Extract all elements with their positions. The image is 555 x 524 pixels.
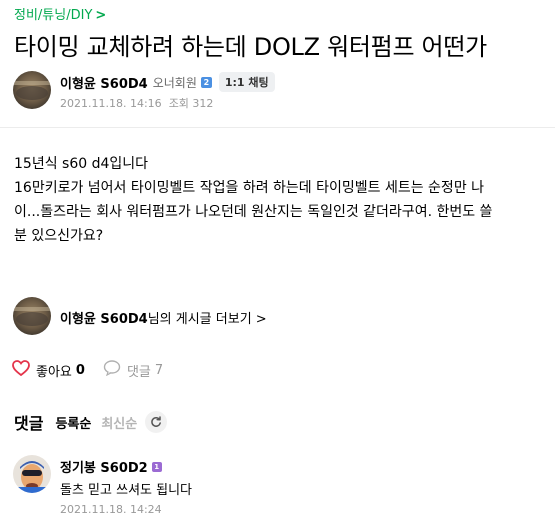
post-date: 2021.11.18. 14:16 <box>60 97 162 110</box>
commenter-avatar[interactable] <box>13 455 51 493</box>
author-info: 이형윤 S60D4 오너회원 2 1:1 채팅 <box>60 72 275 92</box>
author-avatar[interactable] <box>13 71 51 109</box>
divider <box>0 127 555 128</box>
post-meta: 2021.11.18. 14:16 조회 312 <box>60 95 213 111</box>
post-body: 15년식 s60 d4입니다 16만키로가 넘어서 타이밍벨트 작업을 하려 하… <box>14 152 492 248</box>
more-posts-link[interactable]: 이형윤 S60D4님의 게시글 더보기 > <box>60 308 267 327</box>
refresh-icon[interactable] <box>145 411 168 433</box>
like-label[interactable]: 좋아요 <box>36 361 72 380</box>
author-grade: 오너회원 <box>152 75 197 90</box>
comments-header: 댓글 등록순 최신순 <box>14 410 168 434</box>
heart-icon[interactable] <box>12 360 30 380</box>
body-line: 분 있으신가요? <box>14 228 104 244</box>
post-actions: 좋아요 0 댓글 7 <box>12 360 163 380</box>
author-name[interactable]: 이형윤 S60D4 <box>60 73 148 92</box>
grade-badge-icon: 1 <box>151 461 162 472</box>
chevron-right-icon: > <box>95 8 107 23</box>
comment-label[interactable]: 댓글 <box>127 361 151 380</box>
sort-latest-tab[interactable]: 최신순 <box>101 413 137 432</box>
body-line: 15년식 s60 d4입니다 <box>14 156 149 172</box>
post-title: 타이밍 교체하려 하는데 DOLZ 워터펌프 어떤가 <box>14 33 487 61</box>
like-count: 0 <box>75 362 85 378</box>
breadcrumb-label[interactable]: 정비/튜닝/DIY <box>14 8 92 23</box>
comment-text: 돌츠 믿고 쓰셔도 됩니다 <box>60 483 192 498</box>
post-views: 조회 312 <box>168 97 214 110</box>
grade-badge-icon: 2 <box>200 76 212 88</box>
comments-title: 댓글 <box>14 414 44 433</box>
more-posts-label[interactable]: 님의 게시글 더보기 <box>148 312 252 327</box>
chevron-right-icon: > <box>255 312 267 327</box>
chat-button[interactable]: 1:1 채팅 <box>218 72 275 92</box>
comment-author-row: 정기봉 S60D2 1 <box>60 457 162 476</box>
body-line: 16만키로가 넘어서 타이밍벨트 작업을 하려 하는데 타이밍벨트 세트는 순정… <box>14 180 485 196</box>
comment-author-name[interactable]: 정기봉 S60D2 <box>60 457 148 476</box>
breadcrumb[interactable]: 정비/튜닝/DIY > <box>14 4 106 23</box>
comment-count: 7 <box>154 362 164 378</box>
more-posts-author[interactable]: 이형윤 S60D4 <box>60 312 148 327</box>
comment-date: 2021.11.18. 14:24 <box>60 503 162 516</box>
sort-registered-tab[interactable]: 등록순 <box>55 413 91 432</box>
author-avatar[interactable] <box>13 297 51 335</box>
body-line: 이...돌즈라는 회사 워터펌프가 나오던데 원산지는 독일인것 같더라구여. … <box>14 204 493 220</box>
comment-bubble-icon[interactable] <box>103 360 121 380</box>
